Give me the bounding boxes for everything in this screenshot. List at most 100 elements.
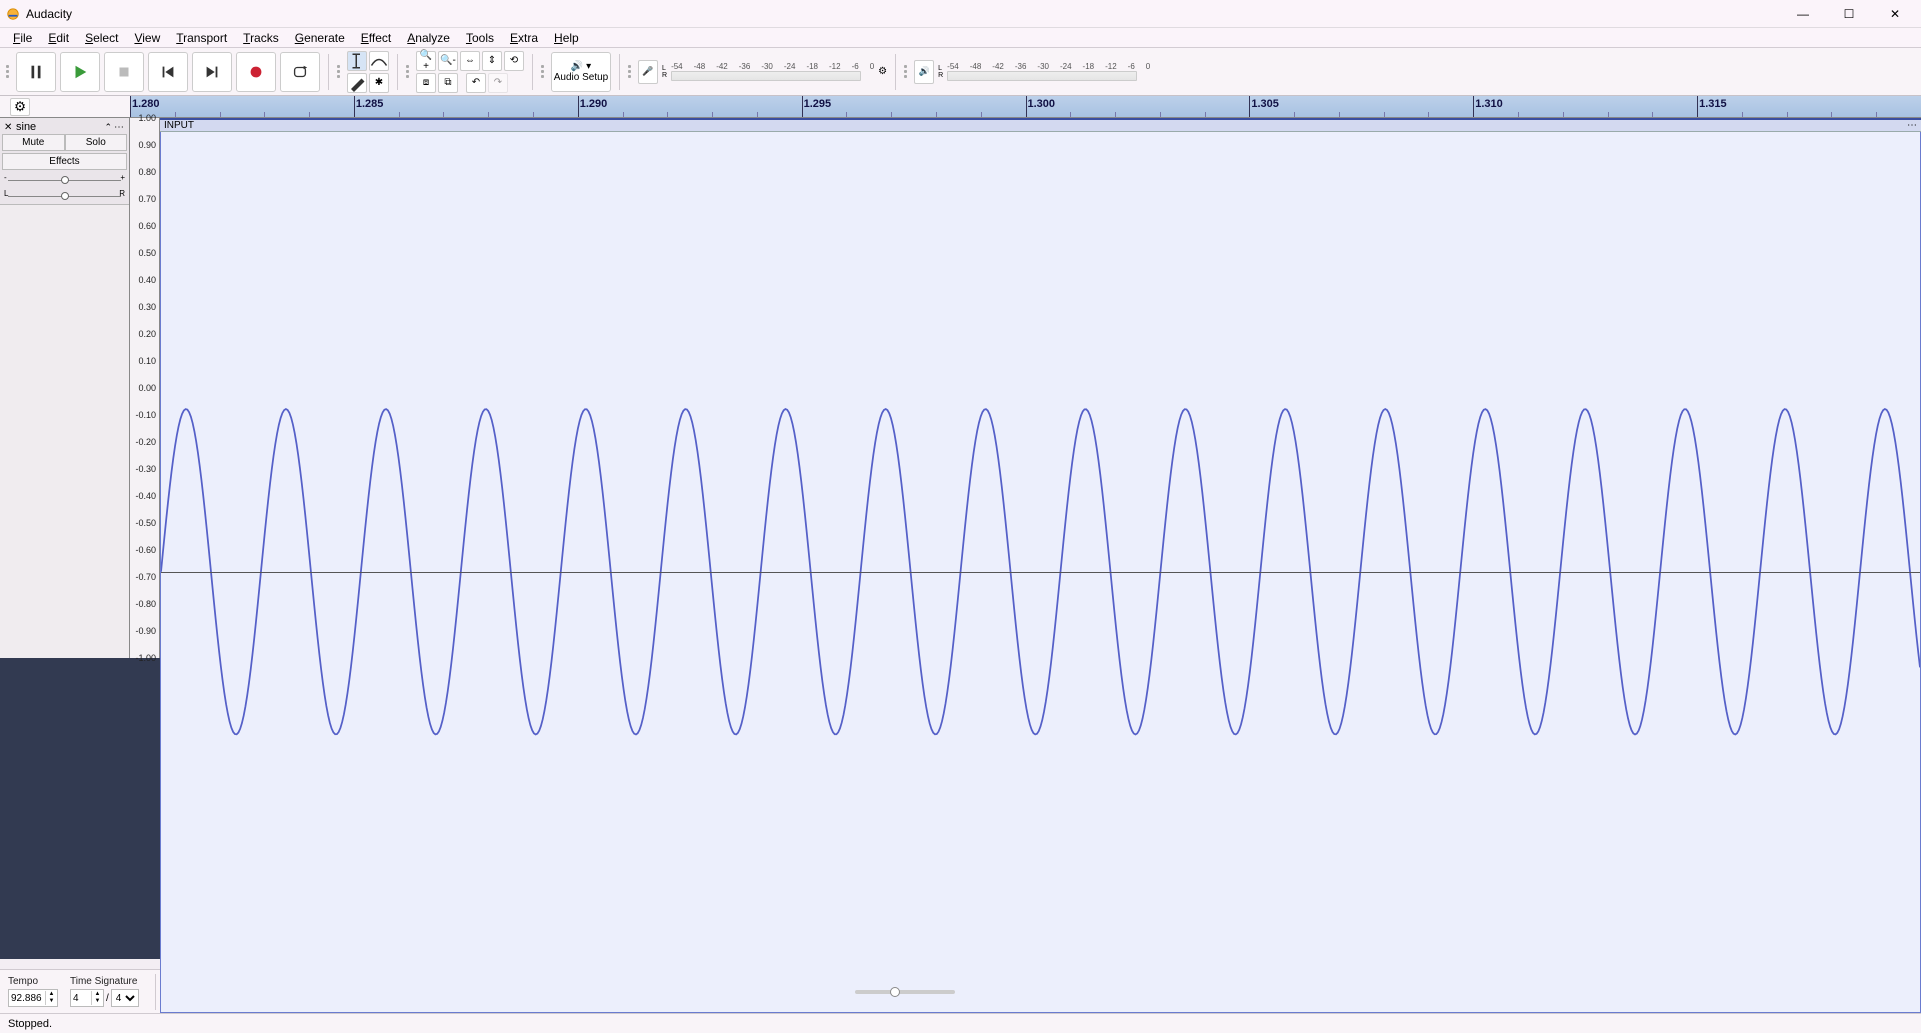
timesig-num-spinbox[interactable]: ▲▼ — [70, 989, 104, 1007]
playback-meter[interactable]: 🔊 L R -54-48-42-36-30-24-18-12-60 — [914, 60, 1150, 84]
app-title: Audacity — [26, 7, 72, 21]
menu-view[interactable]: View — [127, 29, 167, 47]
timeline-tick-label: 1.295 — [804, 98, 832, 110]
vruler-label: 1.00 — [138, 113, 156, 123]
speaker-meter-icon: 🔊 — [914, 60, 934, 84]
timeline-ruler[interactable]: 1.2801.2851.2901.2951.3001.3051.3101.315… — [130, 96, 1921, 117]
menu-extra[interactable]: Extra — [503, 29, 545, 47]
track-close-button[interactable]: ✕ — [4, 122, 14, 132]
multi-tool-button[interactable]: ✱ — [369, 73, 389, 93]
timeline-tick-label: 1.285 — [356, 98, 384, 110]
mute-button[interactable]: Mute — [2, 134, 65, 151]
loop-button[interactable] — [280, 52, 320, 92]
track-header: ✕ sine ⌃ ⋯ Mute Solo Effects - + — [0, 118, 129, 205]
pan-slider[interactable]: L R — [2, 190, 127, 202]
menu-generate[interactable]: Generate — [288, 29, 352, 47]
vruler-label: 0.70 — [138, 194, 156, 204]
timesig-sep: / — [106, 993, 109, 1004]
effects-button[interactable]: Effects — [2, 153, 127, 170]
track-menu-button[interactable]: ⋯ — [114, 122, 125, 133]
menu-edit[interactable]: Edit — [41, 29, 76, 47]
vruler-label: 0.60 — [138, 221, 156, 231]
timeline-settings-button[interactable]: ⚙ — [10, 98, 30, 116]
maximize-button[interactable]: ☐ — [1835, 4, 1863, 24]
play-button[interactable] — [60, 52, 100, 92]
recording-meter[interactable]: 🎤 L R -54-48-42-36-30-24-18-12-60 ⚙ — [638, 60, 887, 84]
draw-tool-button[interactable] — [347, 73, 367, 93]
toolbar-grip[interactable] — [406, 54, 410, 90]
menu-file[interactable]: File — [6, 29, 39, 47]
menu-tools[interactable]: Tools — [459, 29, 501, 47]
vruler-label: 0.10 — [138, 356, 156, 366]
close-button[interactable]: ✕ — [1881, 4, 1909, 24]
rec-settings-icon[interactable]: ⚙ — [878, 66, 887, 77]
clip-header[interactable]: INPUT ⋯ — [160, 118, 1921, 132]
undo-button[interactable]: ↶ — [466, 73, 486, 93]
solo-button[interactable]: Solo — [65, 134, 128, 151]
zoom-out-button[interactable]: 🔍- — [438, 51, 458, 71]
trim-button[interactable]: ⧈ — [416, 73, 436, 93]
menu-bar: FileEditSelectViewTransportTracksGenerat… — [0, 28, 1921, 48]
tempo-label: Tempo — [8, 976, 58, 987]
menu-tracks[interactable]: Tracks — [236, 29, 286, 47]
status-bar: Stopped. — [0, 1013, 1921, 1033]
menu-help[interactable]: Help — [547, 29, 586, 47]
timeline-tick-label: 1.315 — [1699, 98, 1727, 110]
window-controls: — ☐ ✕ — [1789, 4, 1915, 24]
meter-lr-label: L R — [938, 65, 943, 79]
silence-button[interactable]: ⧉ — [438, 73, 458, 93]
tempo-spinbox[interactable]: ▲▼ — [8, 989, 58, 1007]
meter-lr-label: L R — [662, 65, 667, 79]
title-bar: Audacity — ☐ ✕ — [0, 0, 1921, 28]
play-speed-slider[interactable] — [855, 990, 955, 994]
waveform-canvas[interactable] — [160, 132, 1921, 1013]
tempo-input[interactable] — [9, 993, 45, 1004]
tool-selector: ✱ — [347, 51, 389, 93]
main-area: ✕ sine ⌃ ⋯ Mute Solo Effects - + — [0, 118, 1921, 959]
amplitude-ruler[interactable]: 1.000.900.800.700.600.500.400.300.200.10… — [130, 118, 160, 658]
minimize-button[interactable]: — — [1789, 4, 1817, 24]
toolbar-grip[interactable] — [904, 54, 908, 90]
pause-button[interactable] — [16, 52, 56, 92]
zoom-in-button[interactable]: 🔍+ — [416, 51, 436, 71]
timeline-tick-label: 1.310 — [1475, 98, 1503, 110]
timesig-den-select[interactable]: 4 — [111, 989, 139, 1007]
audio-setup-label: Audio Setup — [554, 72, 609, 83]
vruler-label: 0.50 — [138, 248, 156, 258]
track-control-panel: ✕ sine ⌃ ⋯ Mute Solo Effects - + — [0, 118, 130, 658]
toolbar-grip[interactable] — [628, 54, 632, 90]
menu-select[interactable]: Select — [78, 29, 125, 47]
fit-selection-button[interactable]: ⇔ — [460, 51, 480, 71]
stop-button[interactable] — [104, 52, 144, 92]
gain-slider[interactable]: - + — [2, 174, 127, 186]
zoom-toggle-button[interactable]: ⟲ — [504, 51, 524, 71]
meter-scale: -54-48-42-36-30-24-18-12-60 — [671, 62, 874, 71]
redo-button[interactable]: ↷ — [488, 73, 508, 93]
skip-end-button[interactable] — [192, 52, 232, 92]
timesig-num-input[interactable] — [71, 993, 91, 1004]
fit-project-button[interactable]: ⇕ — [482, 51, 502, 71]
menu-effect[interactable]: Effect — [354, 29, 398, 47]
track-name[interactable]: sine — [16, 121, 36, 133]
menu-analyze[interactable]: Analyze — [400, 29, 457, 47]
audio-setup-button[interactable]: 🔊 ▾ Audio Setup — [551, 52, 611, 92]
speaker-icon: 🔊 ▾ — [571, 61, 591, 72]
toolbar-grip[interactable] — [541, 54, 545, 90]
vruler-label: -0.30 — [135, 464, 156, 474]
toolbar-grip[interactable] — [337, 54, 341, 90]
vruler-label: -0.80 — [135, 599, 156, 609]
toolbar-grip[interactable] — [6, 54, 10, 90]
skip-start-button[interactable] — [148, 52, 188, 92]
clip-menu-button[interactable]: ⋯ — [1907, 120, 1917, 131]
menu-transport[interactable]: Transport — [169, 29, 234, 47]
selection-tool-button[interactable] — [347, 51, 367, 71]
track-collapse-button[interactable]: ⌃ — [104, 122, 112, 133]
meter-scale: -54-48-42-36-30-24-18-12-60 — [947, 62, 1150, 71]
timeline-tick-label: 1.280 — [132, 98, 160, 110]
clip-name: INPUT — [164, 120, 194, 131]
vruler-label: 0.30 — [138, 302, 156, 312]
vruler-label: 0.80 — [138, 167, 156, 177]
record-button[interactable] — [236, 52, 276, 92]
envelope-tool-button[interactable] — [369, 51, 389, 71]
vruler-label: -0.70 — [135, 572, 156, 582]
